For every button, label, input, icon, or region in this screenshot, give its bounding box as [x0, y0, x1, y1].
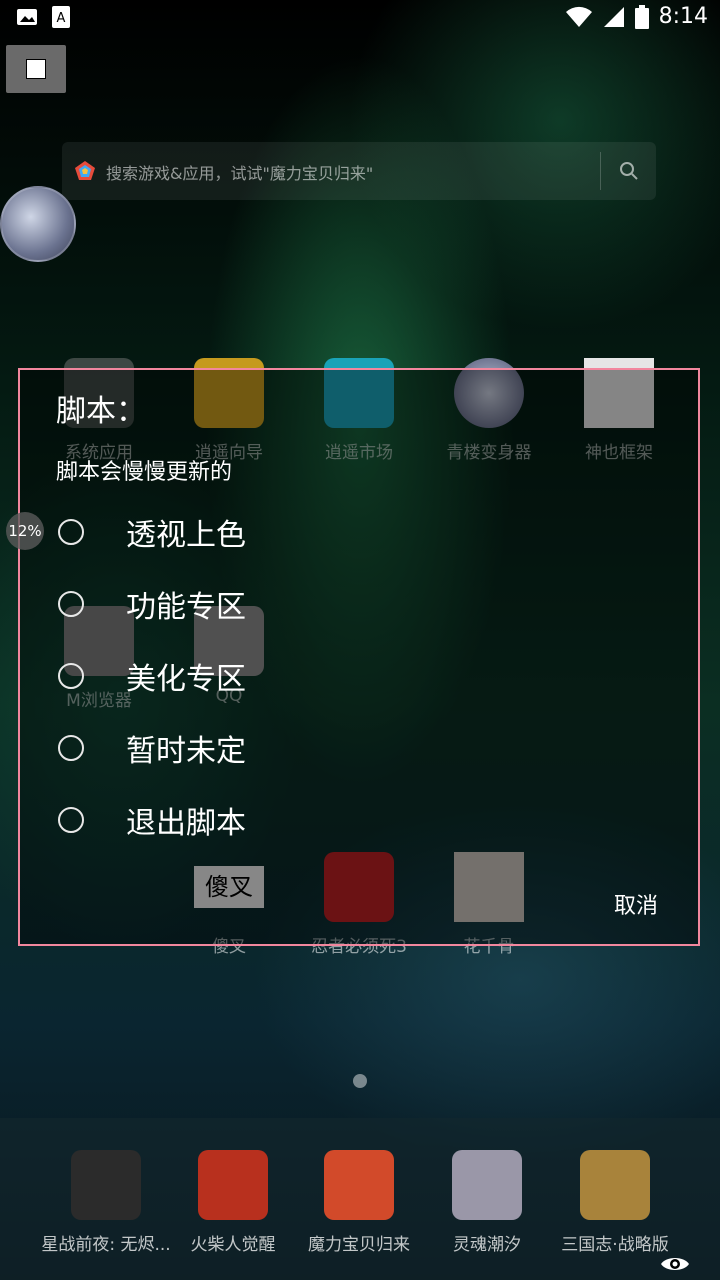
page-indicator: [353, 1074, 367, 1088]
option-exit-script[interactable]: 退出脚本: [58, 798, 246, 842]
option-label: 美化专区: [126, 662, 246, 697]
app-label: 火柴人觉醒: [190, 1235, 276, 1255]
stickman-icon: [198, 1150, 268, 1220]
sanguo-icon: [580, 1150, 650, 1220]
dock-app-crossgate[interactable]: 魔力宝贝归来: [294, 1150, 424, 1255]
option-label: 透视上色: [126, 518, 246, 553]
option-undecided[interactable]: 暂时未定: [58, 726, 246, 770]
option-xray-coloring[interactable]: 透视上色: [58, 510, 246, 554]
radio-button[interactable]: [58, 735, 84, 761]
app-store-logo-icon: [75, 161, 95, 180]
radio-button[interactable]: [58, 807, 84, 833]
option-label: 暂时未定: [126, 734, 246, 769]
clock: 8:14: [658, 4, 708, 29]
wifi-icon: [565, 6, 592, 27]
radio-button[interactable]: [58, 663, 84, 689]
radio-button[interactable]: [58, 591, 84, 617]
search-icon[interactable]: [618, 160, 640, 182]
search-bar[interactable]: 搜索游戏&应用，试试"魔力宝贝归来": [62, 142, 656, 200]
cancel-button[interactable]: 取消: [614, 888, 658, 920]
soul-tide-icon: [452, 1150, 522, 1220]
floating-square-button[interactable]: [6, 45, 66, 93]
dock-app-sanguo[interactable]: 三国志·战略版: [550, 1150, 680, 1255]
option-label: 功能专区: [126, 590, 246, 625]
option-beautify-zone[interactable]: 美化专区: [58, 654, 246, 698]
image-icon: [17, 9, 37, 25]
font-icon: A: [52, 6, 70, 28]
dock-app-stickman[interactable]: 火柴人觉醒: [168, 1150, 298, 1255]
script-dialog: 脚本： 脚本会慢慢更新的 透视上色 功能专区 美化专区 暂时未定 退出脚本 取消: [18, 368, 700, 946]
search-divider: [600, 152, 601, 190]
eye-icon[interactable]: [660, 1254, 690, 1274]
app-label: 星战前夜: 无烬...: [41, 1235, 171, 1255]
crossgate-icon: [324, 1150, 394, 1220]
option-feature-zone[interactable]: 功能专区: [58, 582, 246, 626]
status-bar: A 8:14: [0, 0, 720, 36]
app-label: 灵魂潮汐: [453, 1235, 521, 1255]
radio-button[interactable]: [58, 519, 84, 545]
app-label: 三国志·战略版: [561, 1235, 669, 1255]
floating-avatar[interactable]: [0, 186, 76, 262]
eve-icon: [71, 1150, 141, 1220]
signal-icon: [603, 6, 624, 27]
dock: 星战前夜: 无烬... 火柴人觉醒 魔力宝贝归来 灵魂潮汐 三国志·战略版: [0, 1118, 720, 1280]
dock-app-eve[interactable]: 星战前夜: 无烬...: [41, 1150, 171, 1255]
dock-app-soul-tide[interactable]: 灵魂潮汐: [422, 1150, 552, 1255]
floating-progress-badge[interactable]: 12%: [6, 512, 44, 550]
dialog-subtitle: 脚本会慢慢更新的: [56, 460, 233, 485]
search-placeholder: 搜索游戏&应用，试试"魔力宝贝归来": [106, 164, 374, 183]
dialog-title: 脚本：: [56, 394, 146, 429]
app-label: 魔力宝贝归来: [308, 1235, 410, 1255]
svg-text:A: A: [57, 11, 66, 26]
option-label: 退出脚本: [126, 806, 246, 841]
battery-icon: [634, 4, 649, 29]
